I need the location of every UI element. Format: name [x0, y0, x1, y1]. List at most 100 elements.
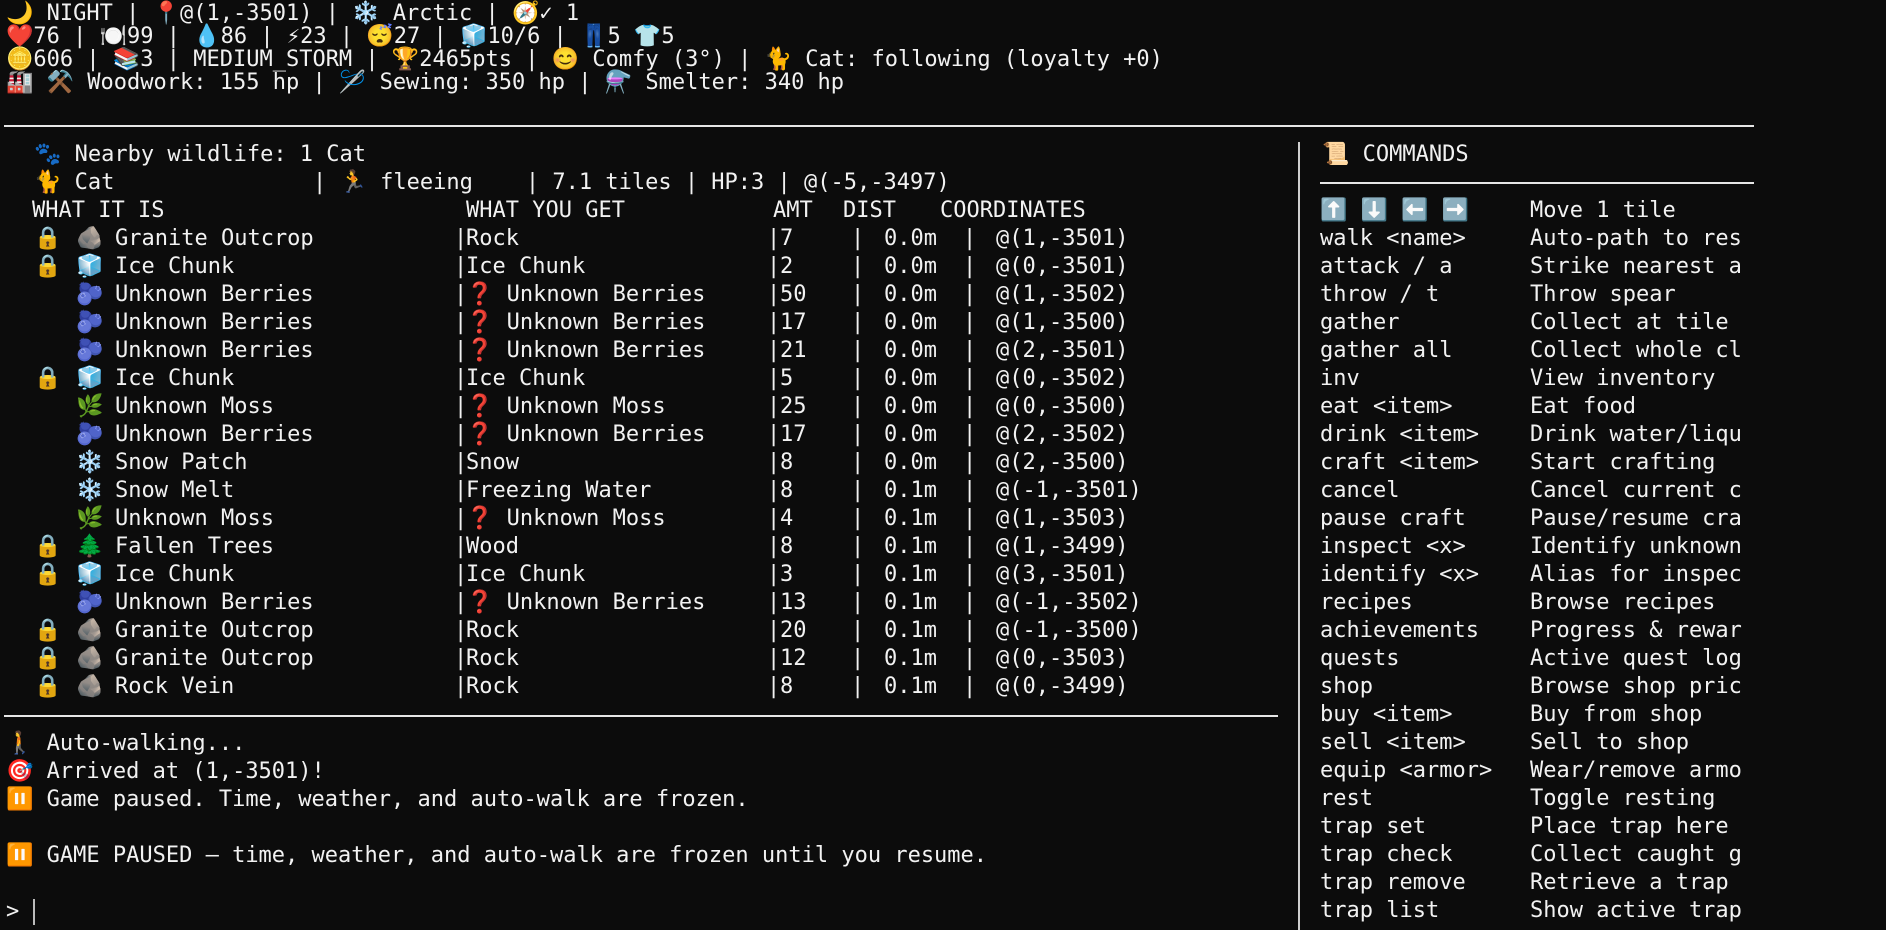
resource-yield: Snow	[466, 450, 519, 475]
header-divider	[4, 125, 1754, 127]
resource-name: Granite Outcrop	[115, 226, 314, 251]
resource-yield: ❓ Unknown Berries	[466, 338, 706, 363]
resource-coordinates: @(1,-3502)	[996, 282, 1129, 307]
lock-icon: 🔒	[34, 226, 62, 251]
panel-divider	[1298, 142, 1300, 930]
resource-distance: 0.1m	[884, 590, 937, 615]
resource-yield: ❓ Unknown Moss	[466, 394, 666, 419]
command-description: Pause/resume cra	[1530, 506, 1742, 531]
command-name: buy <item>	[1320, 702, 1453, 727]
resource-distance: 0.0m	[884, 450, 937, 475]
log-line: ⏸️ GAME PAUSED — time, weather, and auto…	[6, 843, 988, 868]
resource-icon: 🪨	[76, 226, 104, 251]
log-divider	[4, 715, 1278, 717]
command-name: walk <name>	[1320, 226, 1466, 251]
resource-yield: ❓ Unknown Berries	[466, 282, 706, 307]
header-what-you-get: WHAT YOU GET	[466, 198, 625, 223]
resource-distance: 0.0m	[884, 226, 937, 251]
resource-name: Unknown Berries	[115, 282, 314, 307]
resource-yield: Wood	[466, 534, 519, 559]
command-name: recipes	[1320, 590, 1413, 615]
lock-icon: 🔒	[34, 562, 62, 587]
column-separator: |	[767, 338, 781, 363]
column-separator: |	[963, 590, 977, 615]
commands-title-divider	[1320, 182, 1754, 184]
header-amount: AMT	[773, 198, 813, 223]
column-separator: |	[963, 338, 977, 363]
resource-coordinates: @(0,-3503)	[996, 646, 1129, 671]
column-separator: |	[454, 450, 468, 475]
command-description: Alias for inspec	[1530, 562, 1742, 587]
column-separator: |	[454, 226, 468, 251]
column-separator: |	[454, 254, 468, 279]
resource-distance: 0.1m	[884, 674, 937, 699]
command-description: Throw spear	[1530, 282, 1676, 307]
resource-yield: Rock	[466, 226, 519, 251]
command-name: trap check	[1320, 842, 1453, 867]
resource-distance: 0.1m	[884, 618, 937, 643]
column-separator: |	[851, 646, 865, 671]
command-name: trap list	[1320, 898, 1440, 923]
command-input[interactable]: >	[6, 898, 35, 926]
resource-distance: 0.1m	[884, 478, 937, 503]
resource-icon: 🫐	[76, 282, 104, 307]
column-separator: |	[454, 590, 468, 615]
column-separator: |	[767, 422, 781, 447]
resource-amount: 21	[780, 338, 807, 363]
resource-icon: 🧊	[76, 254, 104, 279]
resource-coordinates: @(0,-3500)	[996, 394, 1129, 419]
column-separator: |	[767, 562, 781, 587]
resource-distance: 0.1m	[884, 534, 937, 559]
column-separator: |	[963, 618, 977, 643]
resource-yield: ❓ Unknown Moss	[466, 506, 666, 531]
lock-icon: 🔒	[34, 618, 62, 643]
command-description: Cancel current c	[1530, 478, 1742, 503]
resource-amount: 8	[780, 478, 794, 503]
log-line: 🎯 Arrived at (1,-3501)!	[6, 759, 325, 784]
resource-amount: 17	[780, 310, 807, 335]
lock-icon: 🔒	[34, 646, 62, 671]
resource-coordinates: @(1,-3499)	[996, 534, 1129, 559]
column-separator: |	[851, 590, 865, 615]
resource-yield: Ice Chunk	[466, 366, 586, 391]
column-separator: |	[454, 394, 468, 419]
column-separator: |	[454, 618, 468, 643]
resource-name: Fallen Trees	[115, 534, 274, 559]
column-separator: |	[963, 506, 977, 531]
resource-amount: 17	[780, 422, 807, 447]
resource-yield: Rock	[466, 646, 519, 671]
command-description: Browse recipes	[1530, 590, 1716, 615]
command-description: Retrieve a trap	[1530, 870, 1729, 895]
command-name: ⬆️ ⬇️ ⬅️ ➡️	[1320, 198, 1470, 223]
log-line: ⏸️ Game paused. Time, weather, and auto-…	[6, 787, 749, 812]
resource-amount: 50	[780, 282, 807, 307]
resource-distance: 0.0m	[884, 310, 937, 335]
command-name: inspect <x>	[1320, 534, 1466, 559]
command-description: Collect caught g	[1530, 842, 1742, 867]
command-description: Start crafting	[1530, 450, 1716, 475]
column-separator: |	[963, 674, 977, 699]
resource-name: Granite Outcrop	[115, 646, 314, 671]
wildlife-summary: 🐾 Nearby wildlife: 1 Cat	[34, 142, 367, 167]
resource-name: Unknown Berries	[115, 422, 314, 447]
command-description: Wear/remove armo	[1530, 758, 1742, 783]
command-name: inv	[1320, 366, 1360, 391]
prompt-symbol: >	[6, 899, 20, 924]
column-separator: |	[454, 562, 468, 587]
column-separator: |	[851, 422, 865, 447]
column-separator: |	[963, 394, 977, 419]
resource-distance: 0.0m	[884, 338, 937, 363]
resource-coordinates: @(0,-3501)	[996, 254, 1129, 279]
column-separator: |	[454, 534, 468, 559]
command-description: Eat food	[1530, 394, 1636, 419]
resource-name: Snow Patch	[115, 450, 248, 475]
resource-amount: 13	[780, 590, 807, 615]
resource-icon: 🌲	[76, 534, 104, 559]
resource-amount: 12	[780, 646, 807, 671]
column-separator: |	[454, 310, 468, 335]
column-separator: |	[767, 534, 781, 559]
column-separator: |	[767, 366, 781, 391]
command-name: quests	[1320, 646, 1400, 671]
resource-amount: 8	[780, 674, 794, 699]
resource-icon: 🫐	[76, 590, 104, 615]
